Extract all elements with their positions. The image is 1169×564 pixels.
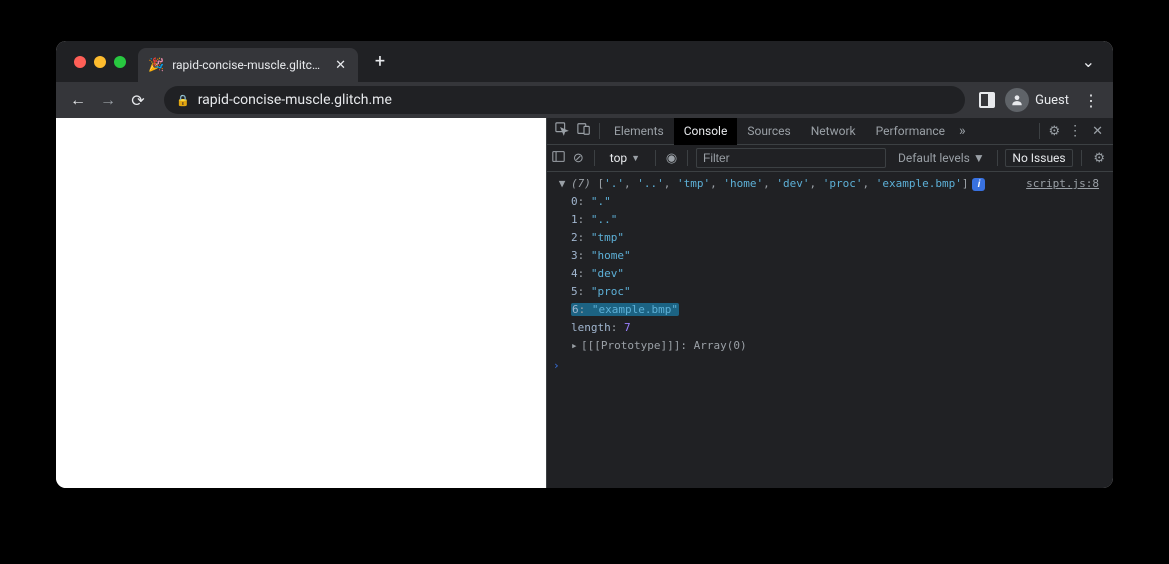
array-entry[interactable]: 1: ".." <box>547 211 1113 229</box>
length-entry[interactable]: length: 7 <box>547 319 1113 337</box>
close-window-button[interactable] <box>74 56 86 68</box>
context-selector[interactable]: top ▼ <box>603 150 647 166</box>
device-toolbar-icon[interactable] <box>573 122 595 140</box>
array-entry[interactable]: 0: "." <box>547 193 1113 211</box>
issues-button[interactable]: No Issues <box>1005 149 1072 167</box>
entry-text: 5: "proc" <box>571 284 1107 300</box>
profile-label: Guest <box>1035 93 1069 108</box>
entry-text: 4: "dev" <box>571 266 1107 282</box>
entry-text: 1: ".." <box>571 212 1107 228</box>
array-summary: (7) ['.', '..', 'tmp', 'home', 'dev', 'p… <box>571 176 1026 192</box>
context-label: top <box>610 151 627 165</box>
live-expression-icon[interactable]: ◉ <box>664 151 680 166</box>
window-controls <box>64 56 138 68</box>
avatar-icon <box>1005 88 1029 112</box>
console-output: ▼ (7) ['.', '..', 'tmp', 'home', 'dev', … <box>547 172 1113 488</box>
toolbar-right: Guest ⋮ <box>979 88 1103 112</box>
browser-window: 🎉 rapid-concise-muscle.glitch.me ✕ + ⌄ ←… <box>56 41 1113 488</box>
url-text: rapid-concise-muscle.glitch.me <box>198 92 392 108</box>
devtools-menu-icon[interactable]: ⋮ <box>1064 123 1086 139</box>
tab-strip: 🎉 rapid-concise-muscle.glitch.me ✕ + ⌄ <box>56 41 1113 82</box>
info-badge-icon[interactable]: i <box>972 178 985 191</box>
entry-text: 6: "example.bmp" <box>571 302 1107 318</box>
tab-network[interactable]: Network <box>801 118 866 145</box>
console-filter-input[interactable] <box>696 148 886 168</box>
lock-icon: 🔒 <box>176 94 190 107</box>
array-entry[interactable]: 3: "home" <box>547 247 1113 265</box>
tab-title: rapid-concise-muscle.glitch.me <box>172 58 325 72</box>
clear-console-icon[interactable]: ⊘ <box>571 151 587 166</box>
array-entry[interactable]: 4: "dev" <box>547 265 1113 283</box>
chevron-down-icon: ▼ <box>973 151 985 165</box>
log-levels-selector[interactable]: Default levels ▼ <box>894 151 989 165</box>
devtools-panel: Elements Console Sources Network Perform… <box>546 118 1113 488</box>
content-area: Elements Console Sources Network Perform… <box>56 118 1113 488</box>
browser-menu-icon[interactable]: ⋮ <box>1079 91 1103 110</box>
maximize-window-button[interactable] <box>114 56 126 68</box>
console-sidebar-icon[interactable] <box>551 150 567 167</box>
levels-label: Default levels <box>898 151 970 165</box>
array-entry[interactable]: 6: "example.bmp" <box>547 301 1113 319</box>
minimize-window-button[interactable] <box>94 56 106 68</box>
tab-console[interactable]: Console <box>674 118 738 145</box>
reload-button[interactable]: ⟳ <box>126 91 150 110</box>
tab-performance[interactable]: Performance <box>866 118 955 145</box>
address-bar[interactable]: 🔒 rapid-concise-muscle.glitch.me <box>164 86 965 114</box>
browser-toolbar: ← → ⟳ 🔒 rapid-concise-muscle.glitch.me G… <box>56 82 1113 118</box>
chevron-down-icon: ▼ <box>631 153 640 164</box>
inspect-element-icon[interactable] <box>551 122 573 140</box>
array-entry[interactable]: 2: "tmp" <box>547 229 1113 247</box>
entry-text: 0: "." <box>571 194 1107 210</box>
console-settings-icon[interactable]: ⚙ <box>1089 151 1109 166</box>
source-link[interactable]: script.js:8 <box>1026 176 1107 192</box>
profile-button[interactable]: Guest <box>1005 88 1069 112</box>
page-viewport[interactable] <box>56 118 546 488</box>
length-text: length: 7 <box>571 320 1107 336</box>
console-toolbar: ⊘ top ▼ ◉ Default levels ▼ No Issues <box>547 145 1113 172</box>
entry-text: 2: "tmp" <box>571 230 1107 246</box>
prototype-entry[interactable]: ▸[[[Prototype]]]: Array(0) <box>547 337 1113 355</box>
devtools-settings-icon[interactable]: ⚙ <box>1044 124 1064 139</box>
side-panel-icon[interactable] <box>979 92 995 108</box>
collapse-icon[interactable]: ▼ <box>557 176 567 192</box>
tab-overflow-icon[interactable]: ⌄ <box>1082 52 1105 71</box>
tab-elements[interactable]: Elements <box>604 118 674 145</box>
browser-tab[interactable]: 🎉 rapid-concise-muscle.glitch.me ✕ <box>138 48 358 82</box>
devtools-close-icon[interactable]: ✕ <box>1086 124 1109 139</box>
console-prompt[interactable]: › <box>547 355 1113 377</box>
array-entry[interactable]: 5: "proc" <box>547 283 1113 301</box>
expand-icon[interactable]: ▸ <box>571 338 581 354</box>
tabs-overflow-icon[interactable]: » <box>955 123 970 139</box>
new-tab-button[interactable]: + <box>366 48 394 76</box>
tab-close-icon[interactable]: ✕ <box>333 58 348 73</box>
tab-sources[interactable]: Sources <box>737 118 800 145</box>
tab-favicon: 🎉 <box>148 58 164 73</box>
prototype-text: ▸[[[Prototype]]]: Array(0) <box>571 338 1107 354</box>
console-message[interactable]: ▼ (7) ['.', '..', 'tmp', 'home', 'dev', … <box>547 175 1113 193</box>
back-button[interactable]: ← <box>66 90 90 110</box>
forward-button[interactable]: → <box>96 90 120 110</box>
entry-text: 3: "home" <box>571 248 1107 264</box>
devtools-tabbar: Elements Console Sources Network Perform… <box>547 118 1113 145</box>
